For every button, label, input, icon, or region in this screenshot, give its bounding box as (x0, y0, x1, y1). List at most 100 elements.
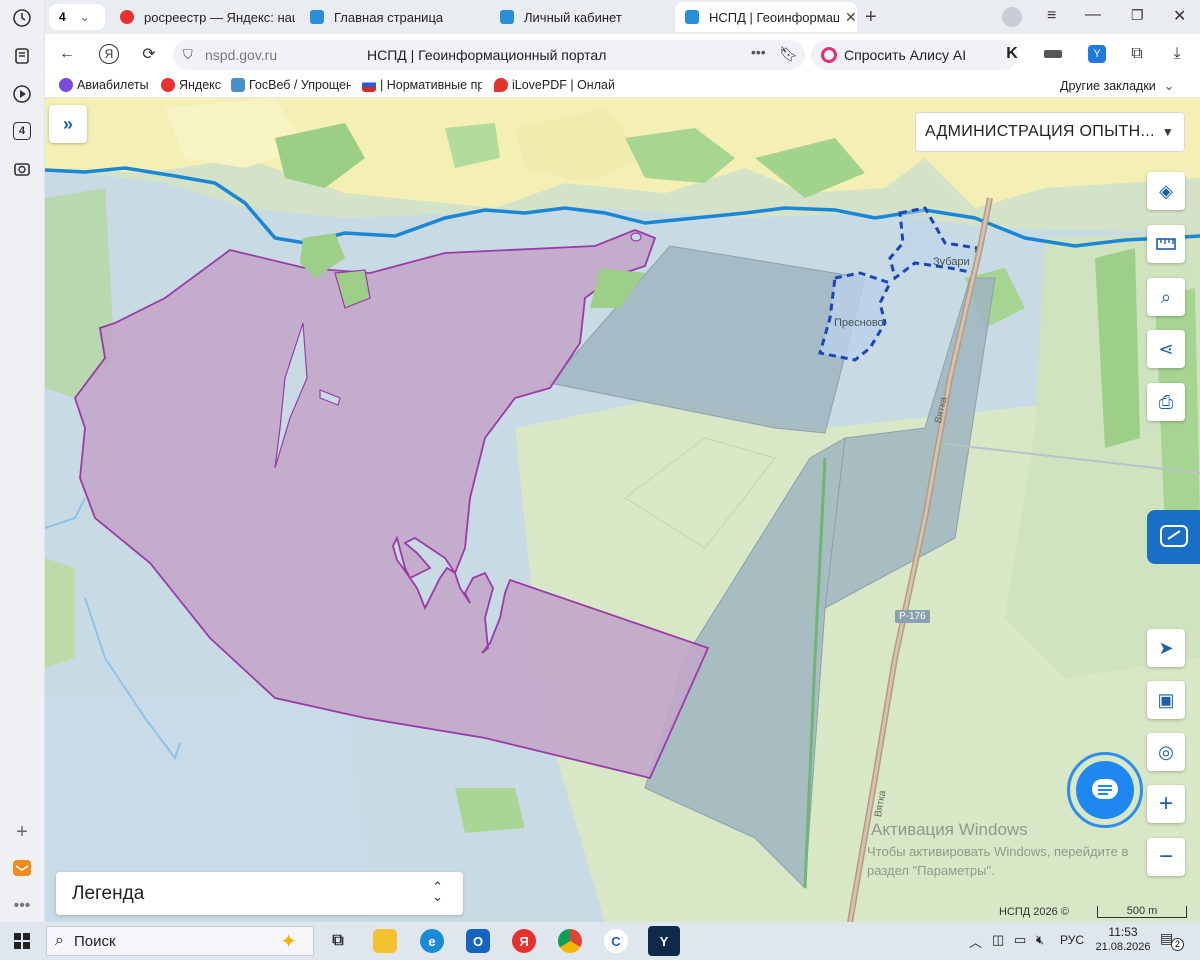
play-icon[interactable] (10, 82, 34, 106)
c-app-icon[interactable]: C (604, 929, 628, 953)
yandex-favicon-icon (120, 10, 134, 24)
yandex-icon (161, 78, 175, 92)
print-button[interactable]: ⎙ (1147, 383, 1185, 421)
yandex-app-icon[interactable]: Я (512, 929, 536, 953)
notification-count: 2 (1171, 938, 1184, 951)
plus-icon: + (1158, 790, 1173, 817)
collections-icon[interactable] (10, 44, 34, 68)
tray-chevron-icon[interactable]: ︿ (969, 932, 982, 951)
volume-muted-icon[interactable]: 🔇︎ (1036, 932, 1044, 948)
chrome-icon[interactable] (558, 929, 582, 953)
legend-panel[interactable]: Легенда ⌃ ⌄ (56, 872, 463, 915)
file-explorer-icon[interactable] (373, 929, 397, 953)
bookmark-icon[interactable]: 🔖︎ (779, 45, 798, 63)
tab-label: Личный кабинет (524, 9, 622, 25)
expand-panel-button[interactable]: » (49, 105, 87, 143)
add-panel-icon[interactable]: + (10, 820, 34, 844)
screenshot-icon[interactable] (10, 157, 34, 181)
road-shield-r176: Р-176 (895, 610, 930, 623)
forest-area (45, 558, 75, 668)
new-tab-button[interactable]: + (865, 6, 877, 29)
tab-home-page[interactable]: Главная страница (300, 2, 480, 32)
yandex-logo-icon: Я (99, 44, 119, 64)
tab-yandex-search[interactable]: росреестр — Яндекс: наш (110, 2, 295, 32)
bookmark-ilovepdf[interactable]: iLovePDF | Онлай (494, 78, 614, 92)
search-area-icon: ⌕ (1160, 286, 1172, 307)
bookmark-aviabilety[interactable]: Авиабилеты (59, 78, 159, 92)
bookmark-normativnye[interactable]: | Нормативные пр (362, 78, 482, 92)
tray-display-icon[interactable]: ▭ (1014, 932, 1026, 948)
map-view[interactable]: Зубари Пресново Вятка Вятка Р-176 » АДМИ… (45, 98, 1200, 922)
tabs-count-icon[interactable]: 4 (10, 119, 34, 143)
share-button[interactable]: ⋖ (1147, 330, 1185, 368)
yandex-browser-icon[interactable]: Y (648, 926, 680, 956)
address-bar[interactable]: ⛉ nspd.gov.ru НСПД | Геоинформационный п… (173, 40, 805, 70)
mail-icon[interactable] (10, 856, 34, 880)
map-canvas[interactable] (45, 98, 1200, 922)
back-button[interactable]: ← (55, 42, 79, 66)
ruler-icon (1156, 238, 1176, 250)
tab-personal-account[interactable]: Личный кабинет (490, 2, 670, 32)
tab-label: росреестр — Яндекс: наш (144, 9, 295, 25)
notifications-button[interactable]: ▤ 2 (1160, 930, 1184, 951)
menu-icon[interactable]: ≡ (1047, 7, 1056, 25)
minimap-button[interactable]: ▣ (1147, 681, 1185, 719)
task-view-icon[interactable]: ⧉ (326, 929, 350, 953)
more-icon[interactable]: ••• (10, 894, 34, 918)
ask-alice-button[interactable]: Спросить Алису AI (811, 40, 1018, 70)
measure-button[interactable] (1147, 225, 1185, 263)
extensions-icon[interactable]: ⧉ (1125, 42, 1149, 66)
tab-group[interactable]: 4 ⌄ (49, 4, 105, 30)
profile-avatar[interactable] (1002, 7, 1022, 27)
map-copyright: НСПД 2026 © (999, 906, 1069, 918)
extension-shield-icon[interactable]: Y (1085, 42, 1109, 66)
search-placeholder: Поиск (73, 932, 116, 950)
clock-date[interactable]: 21.08.2026 (1092, 941, 1154, 953)
restore-icon[interactable]: ❐ (1131, 7, 1144, 24)
feedback-button[interactable] (1147, 510, 1200, 564)
share-icon: ⋖ (1158, 338, 1174, 359)
minimize-icon[interactable]: — (1085, 6, 1101, 24)
extension-card-icon[interactable] (1041, 42, 1065, 66)
url-domain: nspd.gov.ru (205, 47, 278, 63)
keyboard-language[interactable]: РУС (1060, 933, 1084, 947)
minimap-icon: ▣ (1157, 689, 1175, 710)
bookmark-yandex[interactable]: Яндекс (161, 78, 229, 92)
search-icon: ⌕ (55, 932, 64, 949)
dropdown-arrow-icon: ▼ (1161, 125, 1174, 139)
windows-start-icon[interactable] (14, 933, 30, 954)
other-bookmarks[interactable]: Другие закладки ⌄ (1060, 78, 1174, 94)
double-chevron-right-icon: » (62, 113, 73, 134)
clock-time[interactable]: 11:53 (1098, 925, 1148, 939)
globe-icon (59, 78, 73, 92)
locate-point-button[interactable]: ◎ (1147, 733, 1185, 771)
bookmark-label: Авиабилеты (77, 78, 149, 92)
reload-button[interactable]: ⟳ (137, 42, 161, 66)
close-tab-icon[interactable]: ✕ (845, 9, 857, 26)
extension-k-icon[interactable]: K (1000, 42, 1024, 66)
site-info-icon[interactable]: ⛉ (183, 47, 193, 63)
browser-sidebar: 4 + ••• (0, 0, 45, 922)
administration-select[interactable]: АДМИНИСТРАЦИЯ ОПЫТН... ▼ (915, 112, 1185, 152)
more-options-icon[interactable]: ••• (751, 44, 766, 60)
layers-button[interactable]: ◈ (1147, 172, 1185, 210)
bookmark-gosweb[interactable]: ГосВеб / Упрощен (231, 78, 351, 92)
yandex-button[interactable]: Я (97, 42, 121, 66)
zoom-in-button[interactable]: + (1147, 785, 1185, 823)
assistant-chat-button[interactable] (1067, 752, 1143, 828)
zoom-out-button[interactable]: − (1147, 838, 1185, 876)
geolocation-button[interactable]: ➤ (1147, 629, 1185, 667)
outlook-icon[interactable]: O (466, 929, 490, 953)
tab-nspd[interactable]: НСПД | Геоинформаци ✕ (675, 2, 857, 32)
edge-icon[interactable]: e (420, 929, 444, 953)
taskbar-search-box[interactable]: ⌕ Поиск ✦ (46, 926, 314, 956)
close-window-icon[interactable]: ✕ (1173, 6, 1186, 26)
page-title: НСПД | Геоинформационный портал (367, 47, 607, 63)
other-bookmarks-label: Другие закладки (1060, 78, 1156, 93)
history-icon[interactable] (10, 6, 34, 30)
search-area-button[interactable]: ⌕ (1147, 278, 1185, 316)
bookmark-label: ГосВеб / Упрощен (249, 78, 351, 92)
bookmarks-bar: Авиабилеты Яндекс ГосВеб / Упрощен | Нор… (45, 74, 1200, 98)
tray-camera-icon[interactable]: ◫ (992, 932, 1004, 948)
downloads-icon[interactable]: ⤓ (1165, 42, 1189, 66)
